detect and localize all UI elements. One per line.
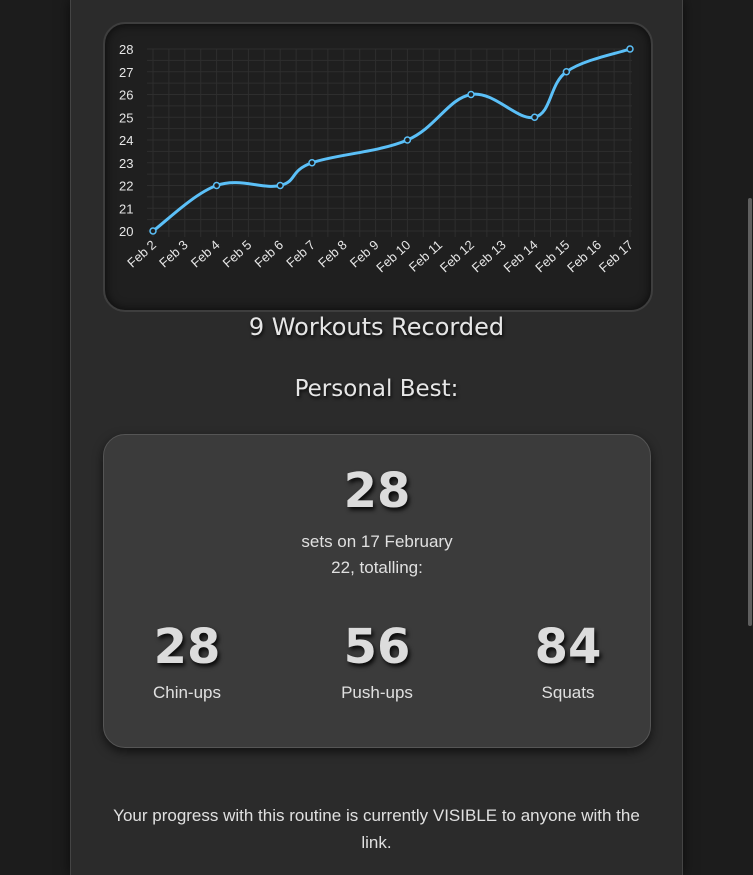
exercise-name: Chin-ups — [152, 683, 222, 702]
x-tick-label: Feb 12 — [437, 237, 477, 275]
x-tick-label: Feb 17 — [596, 237, 636, 275]
exercise-count: 56 — [343, 619, 411, 675]
data-point — [530, 113, 539, 121]
y-tick-label: 20 — [119, 224, 133, 239]
exercise-squats: 84 Squats — [488, 617, 648, 703]
personal-best-description: sets on 17 February 22, totalling: — [287, 529, 467, 581]
x-tick-label: Feb 5 — [220, 237, 255, 270]
y-tick-label: 22 — [119, 179, 133, 194]
y-tick-label: 26 — [119, 88, 133, 103]
personal-best-description-line2: 22, totalling: — [331, 558, 423, 577]
page: 20 21 22 23 24 25 26 27 28 Feb 2 Feb 3 Feb 4 Feb 5 Fe… — [0, 0, 753, 875]
x-tick-label: Feb 11 — [406, 237, 445, 275]
x-tick-label: Feb 10 — [373, 237, 413, 275]
y-tick-label: 23 — [119, 156, 133, 171]
data-point — [276, 181, 284, 190]
x-tick-label: Feb 15 — [532, 237, 572, 275]
x-tick-label: Feb 8 — [315, 237, 350, 270]
page-scrollbar[interactable] — [747, 0, 753, 875]
x-tick-label: Feb 7 — [283, 237, 318, 270]
scrollbar-thumb[interactable] — [748, 198, 752, 626]
progress-line-chart: 202122232425262728Feb 2Feb 3Feb 4Feb 5Fe… — [119, 42, 636, 275]
exercise-count: 28 — [153, 619, 221, 675]
data-point — [626, 45, 634, 53]
exercise-name: Push-ups — [341, 683, 413, 702]
x-tick-label: Feb 13 — [469, 237, 509, 275]
data-point — [149, 227, 157, 235]
data-point — [403, 136, 412, 144]
exercise-count: 84 — [534, 619, 602, 675]
personal-best-card: 28 sets on 17 February 22, totalling: 28… — [103, 434, 651, 748]
x-tick-label: Feb 14 — [500, 237, 540, 275]
routine-panel: 20 21 22 23 24 25 26 27 28 Feb 2 Feb 3 Feb 4 Feb 5 Fe… — [70, 0, 683, 875]
data-point — [562, 68, 571, 76]
progress-chart-card: 20 21 22 23 24 25 26 27 28 Feb 2 Feb 3 Feb 4 Feb 5 Fe… — [103, 22, 653, 312]
y-tick-label: 21 — [119, 201, 133, 216]
personal-best-heading: Personal Best: — [294, 376, 459, 402]
x-tick-label: Feb 16 — [564, 237, 604, 275]
exercise-chin-ups: 28 Chin-ups — [107, 617, 267, 703]
data-point — [467, 90, 475, 99]
x-tick-label: Feb 2 — [124, 237, 159, 270]
exercise-name: Squats — [541, 683, 595, 702]
y-tick-label: 24 — [119, 133, 133, 148]
personal-best-total-sets: 28 — [343, 463, 411, 519]
workouts-recorded-count: 9 Workouts Recorded — [248, 313, 505, 341]
data-point — [308, 159, 316, 167]
y-tick-label: 25 — [119, 110, 133, 125]
y-tick-label: 27 — [119, 65, 133, 80]
y-tick-label: 28 — [119, 42, 133, 57]
data-point — [212, 181, 221, 190]
exercise-push-ups: 56 Push-ups — [297, 617, 457, 703]
x-tick-label: Feb 4 — [188, 237, 223, 270]
visibility-note: Your progress with this routine is curre… — [113, 806, 640, 852]
x-tick-label: Feb 6 — [251, 237, 286, 270]
personal-best-description-line1: sets on 17 February — [301, 532, 453, 551]
x-tick-label: Feb 3 — [156, 237, 191, 270]
